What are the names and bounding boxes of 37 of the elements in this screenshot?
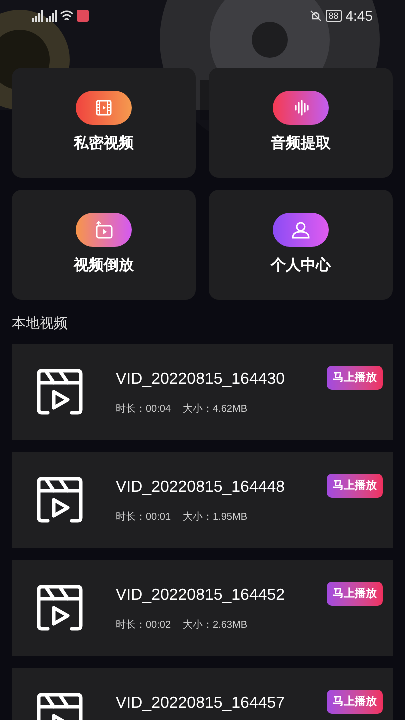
video-duration: 时长：00:01 [116, 510, 172, 525]
video-card[interactable]: VID_20220815_164457 马上播放 [12, 668, 393, 720]
video-file-icon [36, 476, 84, 524]
feature-tile[interactable]: 个人中心 [209, 190, 393, 300]
clock-time: 4:45 [346, 6, 373, 26]
video-duration: 时长：00:02 [116, 618, 172, 633]
video-card[interactable]: VID_20220815_164448 时长：00:01 大小：1.95MB 马上播放 [12, 452, 393, 548]
feature-tile[interactable]: 私密视频 [12, 68, 196, 178]
replay-icon [76, 212, 132, 247]
video-title: VID_20220815_164430 [116, 370, 286, 390]
person-icon [273, 212, 329, 247]
play-button[interactable]: 马上播放 [327, 582, 383, 606]
play-button[interactable]: 马上播放 [327, 690, 383, 714]
signal-icon [46, 10, 57, 22]
mute-icon [310, 10, 322, 22]
video-size: 大小：2.63MB [183, 618, 248, 633]
wifi-icon [60, 10, 74, 22]
video-duration: 时长：00:04 [116, 402, 172, 417]
video-size: 大小：4.62MB [183, 402, 248, 417]
video-card[interactable]: VID_20220815_164452 时长：00:02 大小：2.63MB 马上播放 [12, 560, 393, 656]
section-title: 本地视频 [11, 314, 69, 333]
sound-wave-icon [273, 90, 329, 125]
film-icon [76, 90, 132, 125]
video-card[interactable]: VID_20220815_164430 时长：00:04 大小：4.62MB 马上播放 [12, 344, 393, 440]
notification-icon [77, 10, 89, 22]
video-title: VID_20220815_164448 [116, 478, 286, 498]
video-size: 大小：1.95MB [183, 510, 248, 525]
feature-tile[interactable]: 视频倒放 [12, 190, 196, 300]
play-button[interactable]: 马上播放 [327, 366, 383, 390]
video-file-icon [36, 584, 84, 632]
play-button[interactable]: 马上播放 [327, 474, 383, 498]
video-file-icon [36, 368, 84, 416]
feature-tile[interactable]: 音频提取 [209, 68, 393, 178]
battery-indicator: 88 [326, 10, 342, 22]
signal-icon [32, 10, 43, 22]
video-title: VID_20220815_164452 [116, 586, 286, 606]
video-title: VID_20220815_164457 [116, 694, 286, 714]
